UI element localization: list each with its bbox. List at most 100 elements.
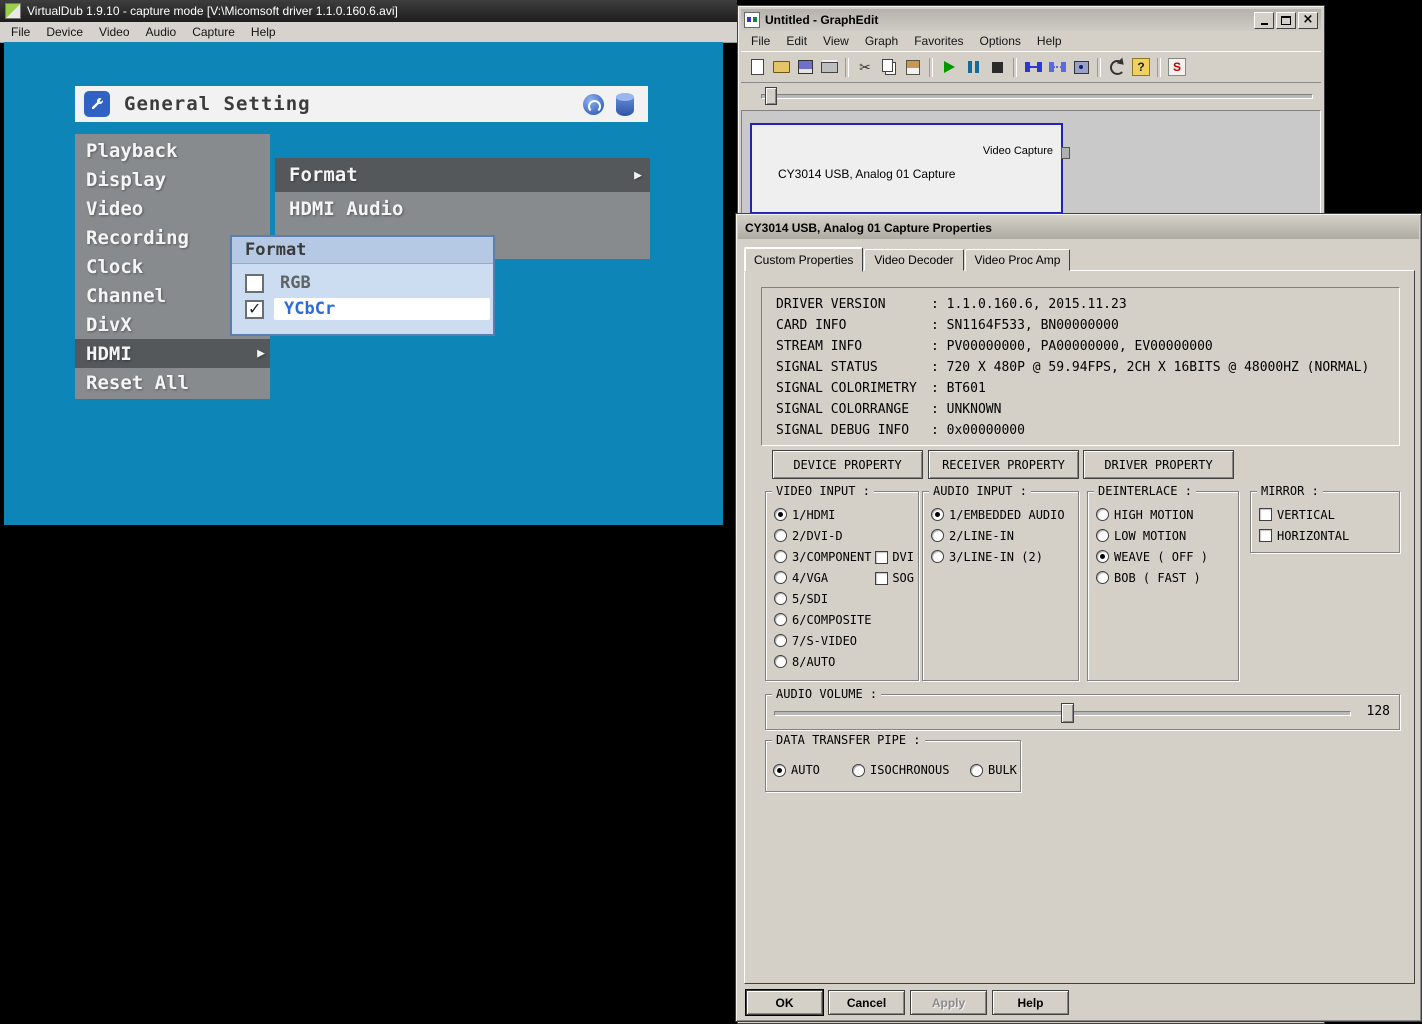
insert-filter-icon[interactable] xyxy=(1069,56,1093,78)
audio-input-option[interactable]: 1/EMBEDDED AUDIO xyxy=(923,504,1078,525)
play-icon[interactable] xyxy=(937,56,961,78)
volume-slider-thumb[interactable] xyxy=(1061,703,1074,723)
radio-button[interactable] xyxy=(774,613,787,626)
radio-button[interactable] xyxy=(970,764,983,777)
pause-icon[interactable] xyxy=(961,56,985,78)
ge-menu-file[interactable]: File xyxy=(743,32,778,50)
pipe-option-isochronous[interactable]: ISOCHRONOUS xyxy=(852,763,949,777)
video-input-option[interactable]: 5/SDI xyxy=(766,588,918,609)
new-document-icon[interactable] xyxy=(745,56,769,78)
stats-icon[interactable]: S xyxy=(1165,56,1189,78)
audio-input-option[interactable]: 3/LINE-IN (2) xyxy=(923,546,1078,567)
vd-menu-device[interactable]: Device xyxy=(38,23,91,41)
radio-button[interactable] xyxy=(774,508,787,521)
format-option-ycbcr[interactable]: YCbCr xyxy=(245,298,493,320)
help-icon[interactable] xyxy=(1129,56,1153,78)
vd-menu-video[interactable]: Video xyxy=(91,23,137,41)
tab-custom-properties[interactable]: Custom Properties xyxy=(744,247,863,272)
osd-item-hdmi[interactable]: HDMI▶ xyxy=(75,339,270,368)
cut-icon[interactable] xyxy=(853,56,877,78)
radio-button[interactable] xyxy=(773,764,786,777)
audio-input-option[interactable]: 2/LINE-IN xyxy=(923,525,1078,546)
dvi-checkbox-row[interactable]: DVI xyxy=(875,550,914,564)
graphedit-titlebar[interactable]: Untitled - GraphEdit xyxy=(741,9,1321,31)
dialog-titlebar[interactable]: CY3014 USB, Analog 01 Capture Properties xyxy=(738,216,1419,239)
video-input-option[interactable]: 8/AUTO xyxy=(766,651,918,672)
video-input-option[interactable]: 1/HDMI xyxy=(766,504,918,525)
radio-button[interactable] xyxy=(852,764,865,777)
radio-button[interactable] xyxy=(774,571,787,584)
deinterlace-option[interactable]: BOB ( FAST ) xyxy=(1088,567,1238,588)
video-input-option[interactable]: 2/DVI-D xyxy=(766,525,918,546)
osd-subitem-hdmi-audio[interactable]: HDMI Audio xyxy=(275,192,650,226)
ge-menu-edit[interactable]: Edit xyxy=(778,32,815,50)
ge-menu-favorites[interactable]: Favorites xyxy=(906,32,971,50)
maximize-button[interactable] xyxy=(1276,12,1296,29)
radio-button[interactable] xyxy=(774,592,787,605)
save-icon[interactable] xyxy=(793,56,817,78)
horizontal-checkbox[interactable] xyxy=(1259,529,1272,542)
stop-icon[interactable] xyxy=(985,56,1009,78)
ge-menu-options[interactable]: Options xyxy=(972,32,1029,50)
video-input-option[interactable]: 6/COMPOSITE xyxy=(766,609,918,630)
ok-button[interactable]: OK xyxy=(746,990,823,1015)
mirror-option[interactable]: VERTICAL xyxy=(1251,504,1399,525)
open-folder-icon[interactable] xyxy=(769,56,793,78)
close-button[interactable] xyxy=(1298,12,1318,29)
sog-checkbox-row[interactable]: SOG xyxy=(875,571,914,585)
dvi-checkbox[interactable] xyxy=(875,551,888,564)
osd-subitem-format[interactable]: Format▶ xyxy=(275,158,650,192)
ycbcr-checkbox[interactable] xyxy=(245,300,264,319)
storage-icon[interactable] xyxy=(616,93,634,116)
minimize-button[interactable] xyxy=(1254,12,1274,29)
radio-button[interactable] xyxy=(774,529,787,542)
copy-icon[interactable] xyxy=(877,56,901,78)
tab-video-proc-amp[interactable]: Video Proc Amp xyxy=(965,249,1071,271)
video-input-option[interactable]: 7/S-VIDEO xyxy=(766,630,918,651)
rotate-icon[interactable] xyxy=(583,94,604,115)
driver-property-button[interactable]: DRIVER PROPERTY xyxy=(1083,450,1234,479)
ge-menu-view[interactable]: View xyxy=(815,32,857,50)
output-pin[interactable] xyxy=(1061,147,1070,159)
radio-button[interactable] xyxy=(931,550,944,563)
mirror-option[interactable]: HORIZONTAL xyxy=(1251,525,1399,546)
vd-menu-capture[interactable]: Capture xyxy=(184,23,243,41)
ge-menu-help[interactable]: Help xyxy=(1029,32,1070,50)
osd-item-display[interactable]: Display xyxy=(75,165,270,194)
paste-icon[interactable] xyxy=(901,56,925,78)
deinterlace-option[interactable]: LOW MOTION xyxy=(1088,525,1238,546)
osd-item-playback[interactable]: Playback xyxy=(75,136,270,165)
deinterlace-option[interactable]: WEAVE ( OFF ) xyxy=(1088,546,1238,567)
receiver-property-button[interactable]: RECEIVER PROPERTY xyxy=(928,450,1079,479)
radio-button[interactable] xyxy=(1096,550,1109,563)
osd-item-reset-all[interactable]: Reset All xyxy=(75,368,270,397)
refresh-icon[interactable] xyxy=(1105,56,1129,78)
print-icon[interactable] xyxy=(817,56,841,78)
radio-button[interactable] xyxy=(774,550,787,563)
seek-thumb[interactable] xyxy=(765,87,777,105)
virtualdub-titlebar[interactable]: VirtualDub 1.9.10 - capture mode [V:\Mic… xyxy=(0,0,737,22)
radio-button[interactable] xyxy=(931,508,944,521)
ge-menu-graph[interactable]: Graph xyxy=(857,32,906,50)
radio-button[interactable] xyxy=(1096,529,1109,542)
disconnect-filters-icon[interactable] xyxy=(1045,56,1069,78)
radio-button[interactable] xyxy=(1096,508,1109,521)
rgb-checkbox[interactable] xyxy=(245,274,264,293)
filter-node[interactable]: Video Capture CY3014 USB, Analog 01 Capt… xyxy=(750,123,1063,214)
apply-button[interactable]: Apply xyxy=(910,990,987,1015)
vd-menu-file[interactable]: File xyxy=(3,23,38,41)
radio-button[interactable] xyxy=(774,634,787,647)
pipe-option-auto[interactable]: AUTO xyxy=(773,763,820,777)
osd-item-video[interactable]: Video xyxy=(75,194,270,223)
device-property-button[interactable]: DEVICE PROPERTY xyxy=(772,450,923,479)
radio-button[interactable] xyxy=(1096,571,1109,584)
seek-track[interactable] xyxy=(761,94,1313,99)
radio-button[interactable] xyxy=(931,529,944,542)
help-button[interactable]: Help xyxy=(992,990,1069,1015)
vd-menu-help[interactable]: Help xyxy=(243,23,284,41)
radio-button[interactable] xyxy=(774,655,787,668)
tab-video-decoder[interactable]: Video Decoder xyxy=(864,249,963,271)
pipe-option-bulk[interactable]: BULK xyxy=(970,763,1017,777)
format-option-rgb[interactable]: RGB xyxy=(245,273,493,293)
deinterlace-option[interactable]: HIGH MOTION xyxy=(1088,504,1238,525)
